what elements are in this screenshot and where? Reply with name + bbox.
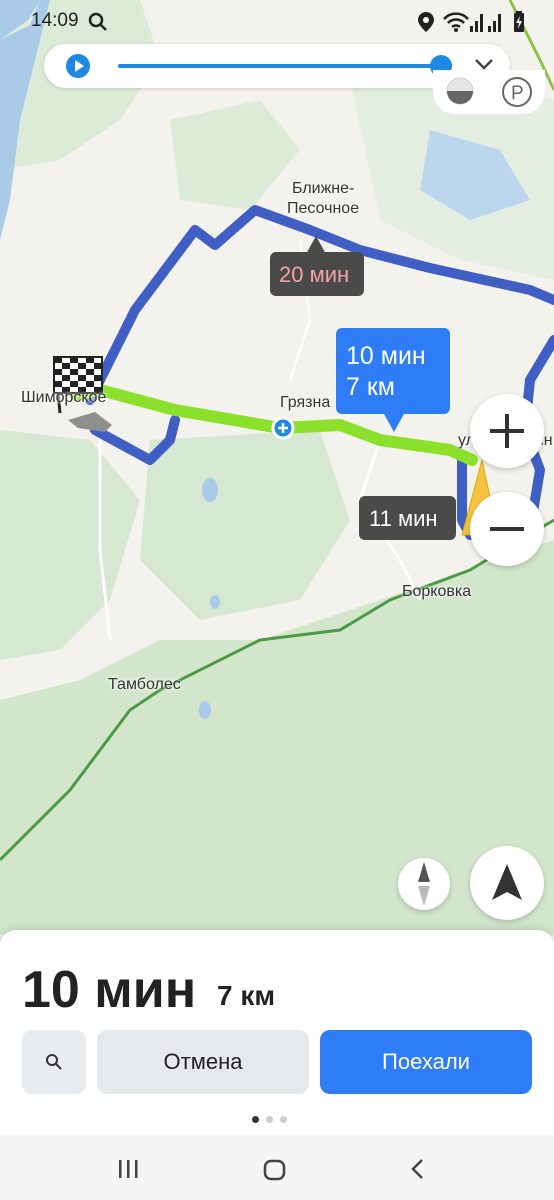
pager-dots [252,1110,302,1123]
recent-apps-icon[interactable] [118,1159,140,1179]
main-route-distance: 7 км [346,373,395,401]
pager-dot [280,1116,287,1123]
back-icon[interactable] [410,1158,426,1180]
compass-icon [418,862,430,906]
pager-dot-active [252,1116,259,1123]
signal-icon-1 [470,14,483,32]
zoom-out-button[interactable] [470,492,544,566]
place-label-gryazna: Грязна [280,394,331,411]
plus-icon [490,414,524,448]
eta-distance: 7 км [217,980,276,1011]
main-route-badge[interactable]: 10 мин 7 км [336,328,450,414]
alt-route-badge-top[interactable]: 20 мин [270,252,364,296]
battery-icon [514,11,524,32]
svg-text:P: P [511,83,524,104]
place-label-borkovka: Борковка [402,583,472,600]
eta-time: 10 мин [22,961,197,1019]
compass-button[interactable] [398,858,450,910]
place-label-tambolec: Тамболес [108,676,181,693]
navigation-arrow-icon [492,864,522,900]
search-icon [46,1054,62,1070]
system-nav-bar [0,1135,554,1200]
traffic-layer-icon[interactable] [445,76,475,106]
alt-route-time: 20 мин [279,262,350,287]
search-status-icon [88,12,107,31]
map-canvas[interactable] [0,0,554,935]
parking-icon[interactable]: P [501,76,533,108]
wifi-icon [443,12,469,32]
zoom-in-button[interactable] [470,394,544,468]
place-label-shimorskoe: Шиморское [21,389,107,406]
main-route-badge-pointer-icon [384,414,404,432]
audio-progress-track[interactable] [118,64,440,68]
alt-route-badge-pointer-icon [306,236,326,254]
map-layer-controls: P [433,70,545,114]
location-icon [418,12,434,32]
cancel-button[interactable]: Отмена [97,1030,309,1094]
status-bar: 14:09 [0,0,554,42]
status-time: 14:09 [31,10,79,31]
go-button[interactable]: Поехали [320,1030,532,1094]
signal-icon-2 [488,14,501,32]
my-location-button[interactable] [470,846,544,920]
minus-icon [490,527,524,531]
alt-route-badge-bottom[interactable]: 11 мин [359,496,456,540]
search-along-route-button[interactable] [22,1030,86,1094]
place-label-blizhne: Ближне- [292,180,355,197]
place-label-pesochnoe: Песочное [287,200,360,217]
pager-dot [266,1116,273,1123]
home-icon[interactable] [263,1159,287,1181]
alt-route-time-2: 11 мин [369,506,438,531]
route-summary-panel: 10 мин 7 км Отмена Поехали [0,930,554,1135]
main-route-time: 10 мин [346,342,426,370]
play-icon[interactable] [66,54,90,78]
